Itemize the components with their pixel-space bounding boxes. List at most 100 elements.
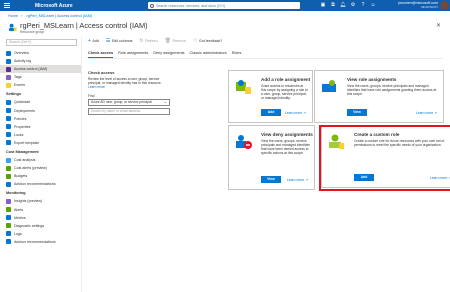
find-label: Find bbox=[88, 93, 95, 98]
feedback-icon[interactable]: ☺ bbox=[370, 2, 376, 8]
refresh-label: Refresh bbox=[145, 39, 158, 43]
sidebar-item[interactable]: Cost alerts (preview) bbox=[0, 164, 81, 172]
sidebar-item-icon bbox=[6, 50, 11, 56]
card-illustration-icon bbox=[236, 80, 251, 94]
sidebar-item[interactable]: Policies bbox=[0, 115, 81, 123]
sidebar-item[interactable]: Activity log bbox=[0, 57, 81, 65]
add-button-label: Add bbox=[92, 39, 99, 43]
plus-icon: + bbox=[88, 38, 91, 44]
global-search[interactable] bbox=[148, 2, 300, 9]
sidebar-item[interactable]: Advisor recommendations bbox=[0, 238, 81, 246]
card-action-button[interactable]: View bbox=[261, 176, 281, 183]
sidebar-item-icon bbox=[6, 108, 11, 114]
sidebar-item[interactable]: Events bbox=[0, 81, 81, 89]
add-button[interactable]: + Add bbox=[88, 38, 99, 44]
sidebar-item[interactable]: Metrics bbox=[0, 214, 81, 222]
find-search-input[interactable]: Search by name or email address bbox=[88, 107, 170, 115]
sidebar-item[interactable]: Advisor recommendations bbox=[0, 180, 81, 188]
feedback-button[interactable]: ♡ Got feedback? bbox=[193, 38, 222, 44]
sidebar-item-label: Diagnostic settings bbox=[14, 223, 45, 228]
sidebar-item-label: Alerts bbox=[14, 207, 24, 212]
external-link-icon: ↗ bbox=[305, 178, 308, 182]
sidebar-item-label: Properties bbox=[14, 124, 31, 129]
check-access-heading: Check access bbox=[88, 70, 115, 75]
sidebar-item[interactable]: Deployments bbox=[0, 107, 81, 115]
sidebar-item[interactable]: Tags bbox=[0, 73, 81, 81]
feedback-label: Got feedback? bbox=[198, 39, 223, 43]
sidebar-item[interactable]: Cost analysis bbox=[0, 156, 81, 164]
search-icon bbox=[150, 3, 154, 8]
sidebar-item[interactable]: Quickstart bbox=[0, 98, 81, 106]
avatar[interactable] bbox=[440, 1, 449, 10]
gear-icon[interactable]: ⚙ bbox=[350, 2, 356, 8]
card-action-button[interactable]: Add bbox=[261, 109, 281, 116]
sidebar-item[interactable]: Alerts bbox=[0, 206, 81, 214]
refresh-button[interactable]: ↻ Refresh bbox=[139, 38, 157, 44]
sidebar-item[interactable]: Access control (IAM) bbox=[0, 65, 81, 74]
card-learn-more-link[interactable]: Learn more ↗ bbox=[416, 111, 437, 115]
directory-icon[interactable]: ⧉ bbox=[330, 2, 336, 8]
sidebar-item[interactable]: Overview bbox=[0, 49, 81, 57]
account-info[interactable]: jmccherr@microsoft.com MICROSOFT bbox=[394, 1, 438, 9]
card-action-button[interactable]: View bbox=[347, 109, 367, 116]
top-icons: ▣ ⧉ 🔔︎ ⚙ ? ☺ bbox=[320, 2, 376, 8]
sidebar-item[interactable]: Export template bbox=[0, 139, 81, 147]
brand-title[interactable]: Microsoft Azure bbox=[35, 3, 97, 9]
action-card: View role assignments View the users, gro… bbox=[314, 70, 444, 123]
sidebar-section-heading: Cost Management bbox=[6, 150, 39, 155]
sidebar-item-label: Policies bbox=[14, 116, 27, 121]
sidebar-item[interactable]: Logs bbox=[0, 230, 81, 238]
menu-icon[interactable] bbox=[4, 3, 10, 8]
sidebar-item-label: Overview bbox=[14, 51, 29, 55]
tab-check-access[interactable]: Check access bbox=[88, 51, 114, 58]
account-directory: MICROSOFT bbox=[421, 4, 438, 9]
sidebar-item-label: Insights (preview) bbox=[14, 199, 43, 204]
card-learn-more-label: Learn more bbox=[286, 178, 305, 182]
breadcrumb-current[interactable]: rgPeri_MSLearn | Access control (IAM) bbox=[26, 14, 92, 18]
sidebar-item-icon bbox=[6, 82, 11, 88]
check-access-learn-more[interactable]: Learn more bbox=[88, 85, 105, 89]
toolbar: + Add ☰ Edit columns ↻ Refresh 🗑︎ Remove ♡ Go… bbox=[88, 37, 222, 45]
remove-button[interactable]: 🗑︎ Remove bbox=[165, 38, 186, 44]
sidebar-item-icon bbox=[6, 140, 11, 146]
page-title: rgPeri_MSLearn | Access control (IAM) bbox=[20, 21, 148, 30]
cloud-shell-icon[interactable]: ▣ bbox=[320, 2, 326, 8]
sidebar-item[interactable]: Properties bbox=[0, 123, 81, 131]
tab-roles[interactable]: Roles bbox=[232, 51, 242, 58]
global-search-input[interactable] bbox=[156, 3, 296, 8]
refresh-icon: ↻ bbox=[139, 38, 144, 44]
sidebar-search-input[interactable]: Search (Ctrl+/) bbox=[6, 39, 77, 46]
sidebar-item-icon bbox=[6, 74, 11, 80]
sidebar-item-label: Locks bbox=[14, 132, 24, 137]
tab-bar: Check access Role assignments Deny assig… bbox=[88, 51, 443, 59]
card-learn-more-link[interactable]: Learn more ↗ bbox=[285, 111, 306, 115]
sidebar-item-icon bbox=[6, 157, 11, 163]
iam-icon bbox=[8, 23, 17, 32]
sidebar-item[interactable]: Budgets bbox=[0, 172, 81, 180]
sidebar-item-label: Logs bbox=[14, 231, 22, 236]
columns-icon: ☰ bbox=[105, 38, 111, 44]
card-learn-more-link[interactable]: Learn more ↗ bbox=[287, 178, 308, 182]
page-subtitle: Resource group bbox=[20, 30, 45, 34]
help-icon[interactable]: ? bbox=[360, 2, 366, 8]
sidebar-item[interactable]: Diagnostic settings bbox=[0, 222, 81, 230]
breadcrumb-home[interactable]: Home bbox=[8, 14, 18, 18]
check-access-panel: Check access Review the level of access … bbox=[88, 70, 170, 115]
edit-columns-button[interactable]: ☰ Edit columns bbox=[106, 38, 133, 44]
card-description: View the users, groups, service principa… bbox=[261, 139, 310, 156]
highlight-box bbox=[319, 125, 450, 191]
check-access-description: Review the level of access a user, group… bbox=[88, 77, 170, 90]
sidebar-item[interactable]: Insights (preview) bbox=[0, 197, 81, 205]
page-header: rgPeri_MSLearn | Access control (IAM) Re… bbox=[7, 21, 443, 37]
notification-icon[interactable]: 🔔︎ bbox=[340, 2, 346, 8]
sidebar-item[interactable]: Locks bbox=[0, 131, 81, 139]
find-type-select[interactable]: Azure AD user, group, or service princip… bbox=[88, 98, 170, 106]
tab-classic-administrators[interactable]: Classic administrators bbox=[190, 51, 227, 58]
sidebar-item-icon bbox=[6, 58, 11, 64]
heart-icon: ♡ bbox=[192, 38, 198, 44]
close-icon[interactable]: ✕ bbox=[436, 22, 441, 29]
tab-deny-assignments[interactable]: Deny assignments bbox=[153, 51, 184, 58]
card-illustration-icon bbox=[236, 135, 252, 149]
tab-role-assignments[interactable]: Role assignments bbox=[118, 51, 148, 58]
sidebar-item-icon bbox=[6, 66, 11, 72]
